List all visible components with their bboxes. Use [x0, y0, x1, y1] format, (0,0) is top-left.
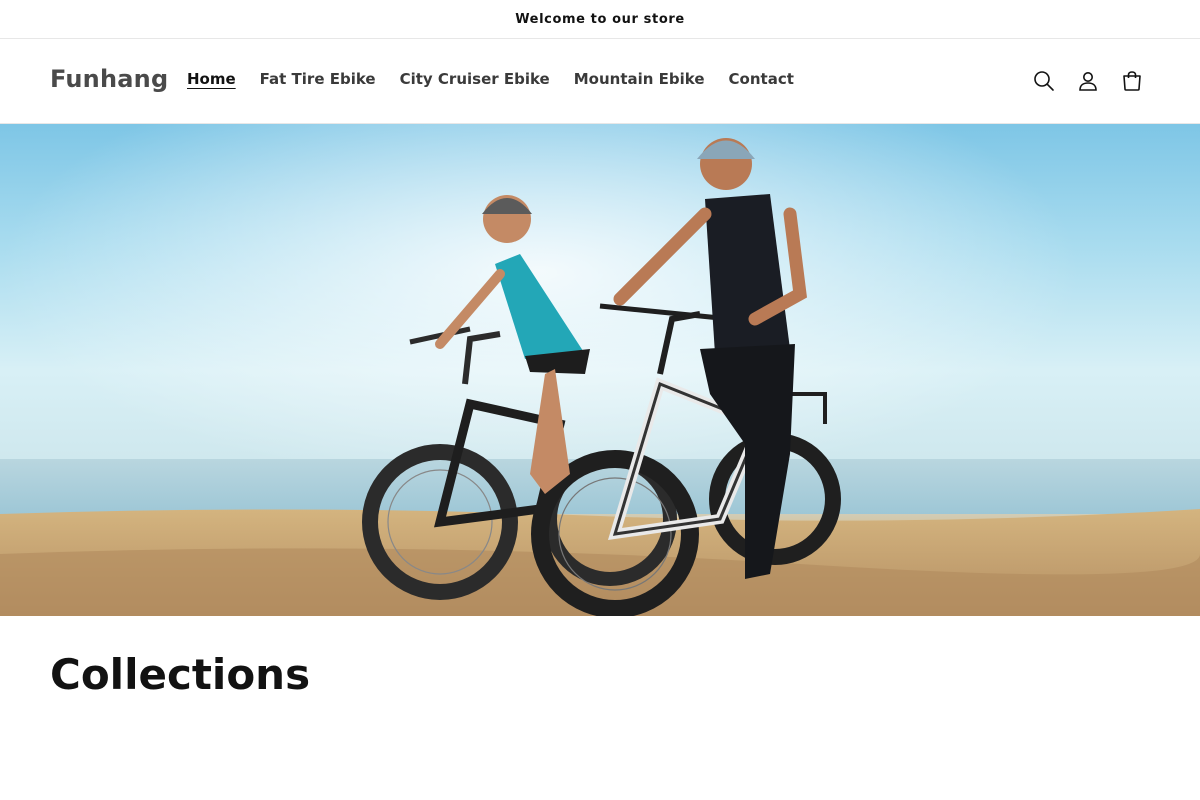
- nav-item-contact[interactable]: Contact: [729, 70, 794, 88]
- nav-item-fat-tire-ebike[interactable]: Fat Tire Ebike: [260, 70, 376, 88]
- cart-icon[interactable]: [1110, 68, 1154, 94]
- header-icons: [1022, 68, 1154, 94]
- nav-item-city-cruiser-ebike[interactable]: City Cruiser Ebike: [400, 70, 550, 88]
- account-icon[interactable]: [1066, 68, 1110, 94]
- hero-image: [0, 124, 1200, 616]
- store-logo[interactable]: Funhang: [50, 65, 168, 93]
- nav-item-home[interactable]: Home: [187, 70, 236, 88]
- site-header: Funhang Home Fat Tire Ebike City Cruiser…: [0, 39, 1200, 124]
- hero-banner[interactable]: [0, 124, 1200, 616]
- collections-heading: Collections: [50, 650, 311, 699]
- search-icon[interactable]: [1022, 68, 1066, 94]
- announcement-text: Welcome to our store: [515, 11, 685, 27]
- nav-item-mountain-ebike[interactable]: Mountain Ebike: [574, 70, 705, 88]
- main-nav: Home Fat Tire Ebike City Cruiser Ebike M…: [187, 70, 818, 88]
- announcement-bar: Welcome to our store: [0, 0, 1200, 39]
